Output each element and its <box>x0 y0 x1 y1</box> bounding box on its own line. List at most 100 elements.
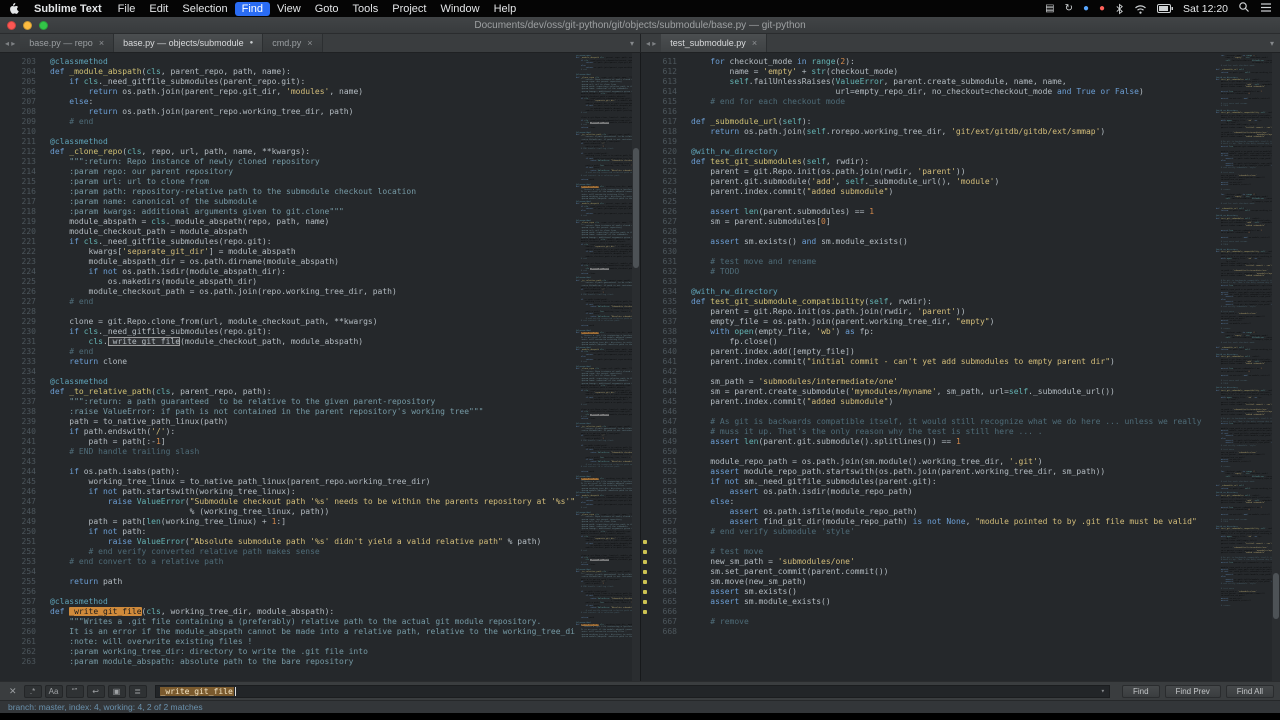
code-line[interactable]: 211 @classmethod <box>0 137 576 147</box>
code-line[interactable]: 258 def _write_git_file(cls, working_tree… <box>0 607 576 617</box>
code-line[interactable]: 227 # end <box>0 297 576 307</box>
tab-overflow-icon[interactable]: ▾ <box>1264 34 1280 52</box>
code-line[interactable]: 625 <box>641 197 1216 207</box>
close-tab-icon[interactable]: × <box>99 38 104 48</box>
notification-center-icon[interactable] <box>1260 2 1272 16</box>
code-line[interactable]: 260 It is an error if the module_abspath… <box>0 627 576 637</box>
code-line[interactable]: 620 @with_rw_directory <box>641 147 1216 157</box>
highlight-matches-toggle[interactable]: ≣ <box>128 684 147 698</box>
menu-find[interactable]: Find <box>234 1 271 16</box>
code-line[interactable]: 640 parent.index.add([empty_file]) <box>641 347 1216 357</box>
code-line[interactable]: 615 # end for each checkout mode <box>641 97 1216 107</box>
code-line[interactable]: 646 <box>641 407 1216 417</box>
code-line[interactable]: 231 cls._write_git_file(module_checkout_… <box>0 337 576 347</box>
code-line[interactable]: 659 <box>641 537 1216 547</box>
code-line[interactable]: 642 <box>641 367 1216 377</box>
tab-overflow-icon[interactable]: ▾ <box>624 34 640 52</box>
tab-test-submodule-py[interactable]: test_submodule.py × <box>661 34 768 52</box>
code-line[interactable]: 630 <box>641 247 1216 257</box>
left-scrollbar-handle[interactable] <box>633 148 639 268</box>
apple-menu-icon[interactable] <box>8 2 19 15</box>
code-line[interactable]: 238 :raise ValueError: if path is not co… <box>0 407 576 417</box>
code-line[interactable]: 613 self.failUnlessRaises(ValueError, pa… <box>641 77 1216 87</box>
code-line[interactable]: 204 def _module_abspath(cls, parent_repo,… <box>0 67 576 77</box>
code-line[interactable]: 628 <box>641 227 1216 237</box>
code-line[interactable]: 667 # remove <box>641 617 1216 627</box>
code-line[interactable]: 645 parent.index.commit("added submodule… <box>641 397 1216 407</box>
code-line[interactable]: 622 parent = git.Repo.init(os.path.join(… <box>641 167 1216 177</box>
code-line[interactable]: 252 # end verify converted relative path… <box>0 547 576 557</box>
code-line[interactable]: 225 os.makedirs(module_abspath_dir) <box>0 277 576 287</box>
menu-project[interactable]: Project <box>385 2 433 16</box>
code-line[interactable]: 644 sm = parent.create_submodule('mymodu… <box>641 387 1216 397</box>
code-line[interactable]: 223 module_abspath_dir = os.path.dirname… <box>0 257 576 267</box>
code-line[interactable]: 243 <box>0 457 576 467</box>
code-line[interactable]: 627 sm = parent.submodules[0] <box>641 217 1216 227</box>
regex-toggle[interactable]: .* <box>23 684 42 698</box>
code-line[interactable]: 638 with open(empty_file, 'wb') as fp: <box>641 327 1216 337</box>
code-line[interactable]: 665 assert sm.module_exists() <box>641 597 1216 607</box>
code-line[interactable]: 237 """:return: a path guaranteed to be … <box>0 397 576 407</box>
tab-base-py-repo[interactable]: base.py — repo × <box>20 34 115 52</box>
left-code-view[interactable]: 203 @classmethod 204 def _module_abspath(cl… <box>0 57 576 681</box>
code-line[interactable]: 263 :param module_abspath: absolute path… <box>0 657 576 667</box>
close-window-button[interactable] <box>7 20 16 30</box>
window-title-bar[interactable]: Documents/dev/oss/git-python/git/objects… <box>0 17 1280 34</box>
code-line[interactable]: 207 else: <box>0 97 576 107</box>
code-line[interactable]: 666 <box>641 607 1216 617</box>
code-line[interactable]: 631 # test move and rename <box>641 257 1216 267</box>
code-line[interactable]: 212 def _clone_repo(cls, repo, url, path,… <box>0 147 576 157</box>
code-line[interactable]: 652 assert module_repo_path.startswith(o… <box>641 467 1216 477</box>
bluetooth-icon[interactable] <box>1115 3 1124 15</box>
app-blue-icon[interactable]: ● <box>1083 3 1089 14</box>
code-line[interactable]: 637 empty_file = os.path.join(parent.wor… <box>641 317 1216 327</box>
code-line[interactable]: 244 if os.path.isabs(path): <box>0 467 576 477</box>
menu-view[interactable]: View <box>270 2 308 16</box>
code-line[interactable]: 635 def test_git_submodule_compatibility(… <box>641 297 1216 307</box>
code-line[interactable]: 647 # As git is backwards compatible its… <box>641 417 1216 427</box>
menu-goto[interactable]: Goto <box>308 2 346 16</box>
right-scrollbar[interactable] <box>1272 53 1280 681</box>
code-line[interactable]: 633 <box>641 277 1216 287</box>
tab-base-py-objects-submodule[interactable]: base.py — objects/submodule ● <box>114 34 264 52</box>
code-line[interactable]: 206 return os.path.join(parent_repo.git_… <box>0 87 576 97</box>
code-line[interactable]: 629 assert sm.exists() and sm.module_exi… <box>641 237 1216 247</box>
code-line[interactable]: 650 <box>641 447 1216 457</box>
code-line[interactable]: 256 <box>0 587 576 597</box>
code-line[interactable]: 209 # end <box>0 117 576 127</box>
code-line[interactable]: 228 <box>0 307 576 317</box>
code-line[interactable]: 220 module_checkout_path = module_abspat… <box>0 227 576 237</box>
wifi-icon[interactable] <box>1134 4 1147 14</box>
code-line[interactable]: 224 if not os.path.isdir(module_abspath_… <box>0 267 576 277</box>
code-line[interactable]: 618 return os.path.join(self.rorepo.work… <box>641 127 1216 137</box>
right-minimap[interactable]: for checkout_mode in range(2): name = 'e… <box>1216 55 1272 681</box>
code-line[interactable]: 221 if cls._need_gitfile_submodules(repo… <box>0 237 576 247</box>
code-line[interactable]: 251 raise ValueError("Absolute submodule… <box>0 537 576 547</box>
code-line[interactable]: 624 parent.index.commit("added submodule… <box>641 187 1216 197</box>
code-line[interactable]: 239 path = to_native_path_linux(path) <box>0 417 576 427</box>
keyboard-icon[interactable]: ▤ <box>1045 3 1054 14</box>
menu-edit[interactable]: Edit <box>142 2 175 16</box>
dirty-indicator[interactable]: ● <box>250 40 254 46</box>
code-line[interactable]: 250 if not path: <box>0 527 576 537</box>
code-line[interactable]: 234 <box>0 367 576 377</box>
code-line[interactable]: 261 :note: will overwrite existing files… <box>0 637 576 647</box>
in-selection-toggle[interactable]: ▣ <box>107 684 126 698</box>
code-line[interactable]: 657 assert find_git_dir(module_repo_path… <box>641 517 1216 527</box>
code-line[interactable]: 262 :param working_tree_dir: directory t… <box>0 647 576 657</box>
code-line[interactable]: 247 raise ValueError("Submodule checkout… <box>0 497 576 507</box>
code-line[interactable]: 651 module_repo_path = os.path.join(sm.m… <box>641 457 1216 467</box>
code-line[interactable]: 623 parent.git.submodule('add', self._su… <box>641 177 1216 187</box>
code-line[interactable]: 229 clone = git.Repo.clone_from(url, mod… <box>0 317 576 327</box>
code-line[interactable]: 219 module_abspath = cls._module_abspath… <box>0 217 576 227</box>
right-scrollbar-handle[interactable] <box>1273 573 1279 619</box>
close-find-panel-icon[interactable]: ✕ <box>6 686 20 697</box>
code-line[interactable]: 612 name = 'empty' + str(checkout_mode) <box>641 67 1216 77</box>
code-line[interactable]: 216 :param path: repository-relative pat… <box>0 187 576 197</box>
whole-word-toggle[interactable]: “” <box>65 684 84 698</box>
close-tab-icon[interactable]: × <box>307 38 312 48</box>
find-history-chevron-icon[interactable]: ▾ <box>1101 687 1105 695</box>
menu-help[interactable]: Help <box>487 2 524 16</box>
code-line[interactable]: 233 return clone <box>0 357 576 367</box>
code-line[interactable]: 662 sm.set_parent_commit(parent.commit()… <box>641 567 1216 577</box>
